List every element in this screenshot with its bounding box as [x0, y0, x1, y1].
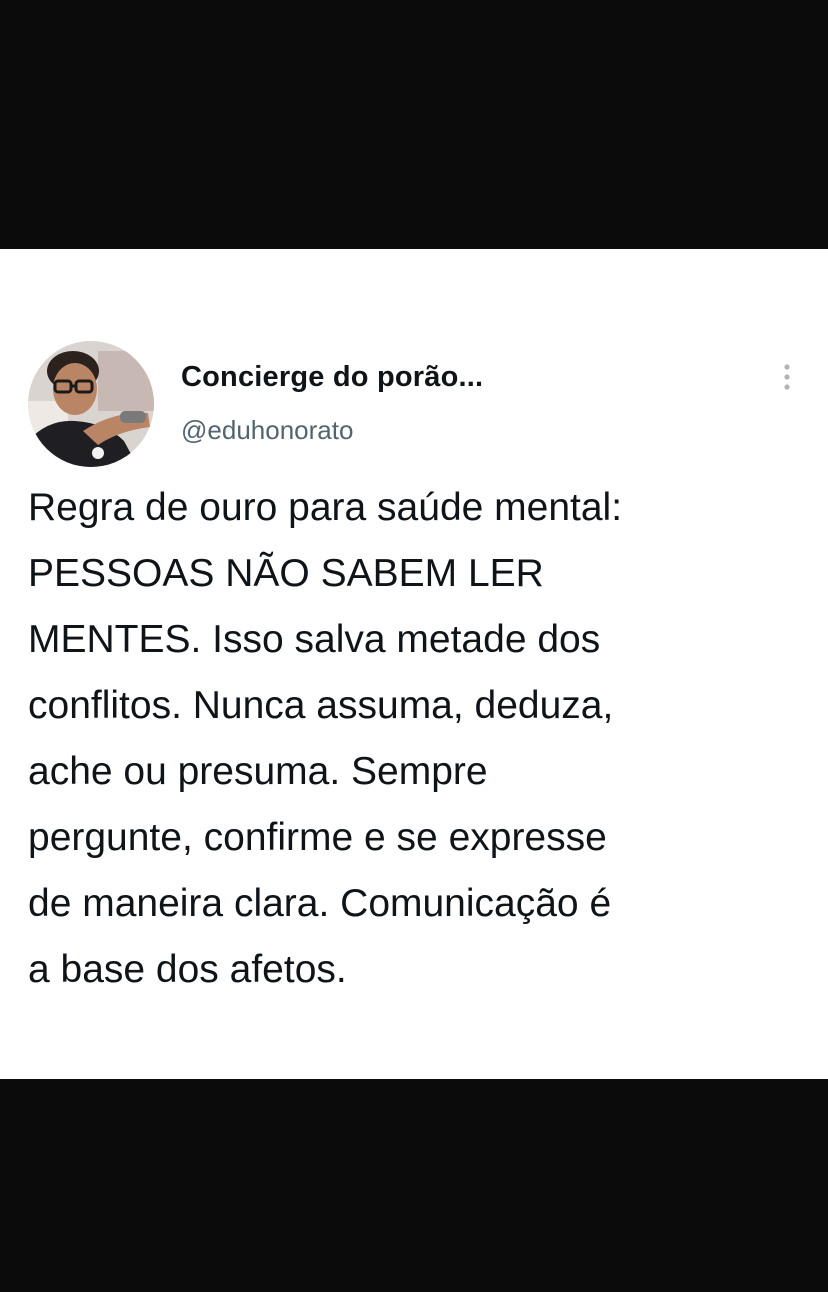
screenshot-frame: Concierge do porão... @eduhonorato Regra…	[0, 0, 828, 1292]
more-vertical-icon	[784, 364, 790, 390]
tweet-text-line: pergunte, confirme e se expresse	[28, 816, 607, 859]
tweet-text-line: Regra de ouro para saúde mental:	[28, 486, 623, 529]
tweet-text-line: PESSOAS NÃO SABEM LER	[28, 552, 544, 595]
profile-photo	[28, 341, 154, 467]
tweet-text-line: a base dos afetos.	[28, 948, 347, 991]
tweet-card: Concierge do porão... @eduhonorato Regra…	[0, 249, 828, 1079]
display-name[interactable]: Concierge do porão...	[181, 361, 483, 394]
tweet-text: Regra de ouro para saúde mental: PESSOAS…	[28, 475, 818, 1003]
more-options-button[interactable]	[772, 357, 802, 397]
tweet-text-line: MENTES. Isso salva metade dos	[28, 618, 601, 661]
avatar[interactable]	[28, 341, 154, 467]
tweet-text-line: ache ou presuma. Sempre	[28, 750, 488, 793]
tweet-text-line: de maneira clara. Comunicação é	[28, 882, 612, 925]
tweet-text-line: conflitos. Nunca assuma, deduza,	[28, 684, 614, 727]
user-handle[interactable]: @eduhonorato	[181, 415, 353, 446]
